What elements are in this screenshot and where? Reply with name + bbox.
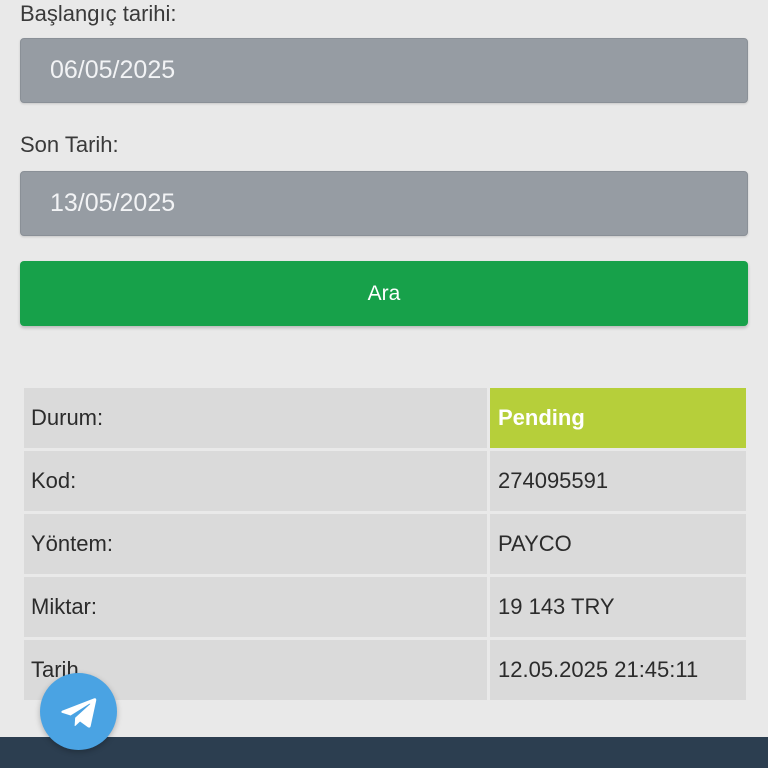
code-value: 274095591 xyxy=(490,451,746,511)
start-date-input[interactable]: 06/05/2025 xyxy=(20,38,748,103)
code-label: Kod: xyxy=(24,451,487,511)
date-value: 12.05.2025 21:45:11 xyxy=(490,640,746,700)
details-row-code: Kod: 274095591 xyxy=(24,451,746,511)
details-row-method: Yöntem: PAYCO xyxy=(24,514,746,574)
amount-value: 19 143 TRY xyxy=(490,577,746,637)
amount-label: Miktar: xyxy=(24,577,487,637)
search-button[interactable]: Ara xyxy=(20,261,748,326)
telegram-button[interactable] xyxy=(40,673,117,750)
details-row-amount: Miktar: 19 143 TRY xyxy=(24,577,746,637)
end-date-label: Son Tarih: xyxy=(20,132,119,157)
details-row-date: Tarih 12.05.2025 21:45:11 xyxy=(24,640,746,700)
footer-bar xyxy=(0,737,768,768)
start-date-value: 06/05/2025 xyxy=(50,56,176,84)
end-date-value: 13/05/2025 xyxy=(50,189,176,217)
transaction-details-table: Durum: Pending Kod: 274095591 Yöntem: PA… xyxy=(24,388,746,703)
status-badge: Pending xyxy=(490,388,746,448)
telegram-icon xyxy=(60,697,96,728)
method-label: Yöntem: xyxy=(24,514,487,574)
status-label: Durum: xyxy=(24,388,487,448)
start-date-label: Başlangıç tarihi: xyxy=(20,1,177,26)
method-value: PAYCO xyxy=(490,514,746,574)
details-row-status: Durum: Pending xyxy=(24,388,746,448)
end-date-input[interactable]: 13/05/2025 xyxy=(20,171,748,236)
